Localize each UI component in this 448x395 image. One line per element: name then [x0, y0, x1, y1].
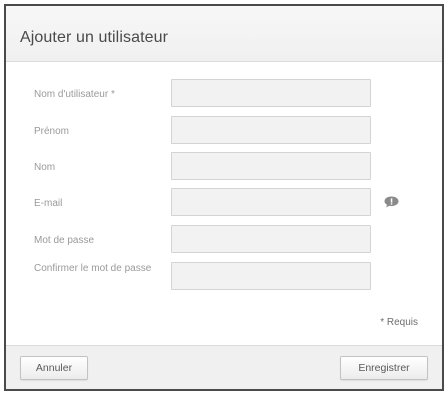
last-name-label: Nom: [34, 162, 56, 173]
required-note: * Requis: [380, 317, 418, 328]
last-name-input[interactable]: [171, 152, 371, 180]
dialog-title-bar: Ajouter un utilisateur: [6, 6, 442, 62]
password-input[interactable]: [171, 225, 371, 253]
confirm-password-label: Confirmer le mot de passe: [34, 263, 152, 274]
username-label: Nom d'utilisateur *: [34, 89, 115, 100]
cancel-button[interactable]: Annuler: [20, 356, 88, 380]
save-button[interactable]: Enregistrer: [340, 356, 428, 380]
dialog-footer: Annuler Enregistrer: [6, 345, 442, 389]
first-name-label: Prénom: [34, 126, 70, 137]
speech-bubble-icon[interactable]: [384, 196, 399, 208]
add-user-dialog: Ajouter un utilisateur Nom d'utilisateur…: [4, 4, 444, 391]
dialog-title: Ajouter un utilisateur: [20, 29, 169, 46]
email-label: E-mail: [34, 198, 63, 209]
password-label: Mot de passe: [34, 235, 95, 246]
username-input[interactable]: [171, 79, 371, 107]
email-input[interactable]: [171, 188, 371, 216]
confirm-password-input[interactable]: [171, 262, 371, 290]
first-name-input[interactable]: [171, 116, 371, 144]
